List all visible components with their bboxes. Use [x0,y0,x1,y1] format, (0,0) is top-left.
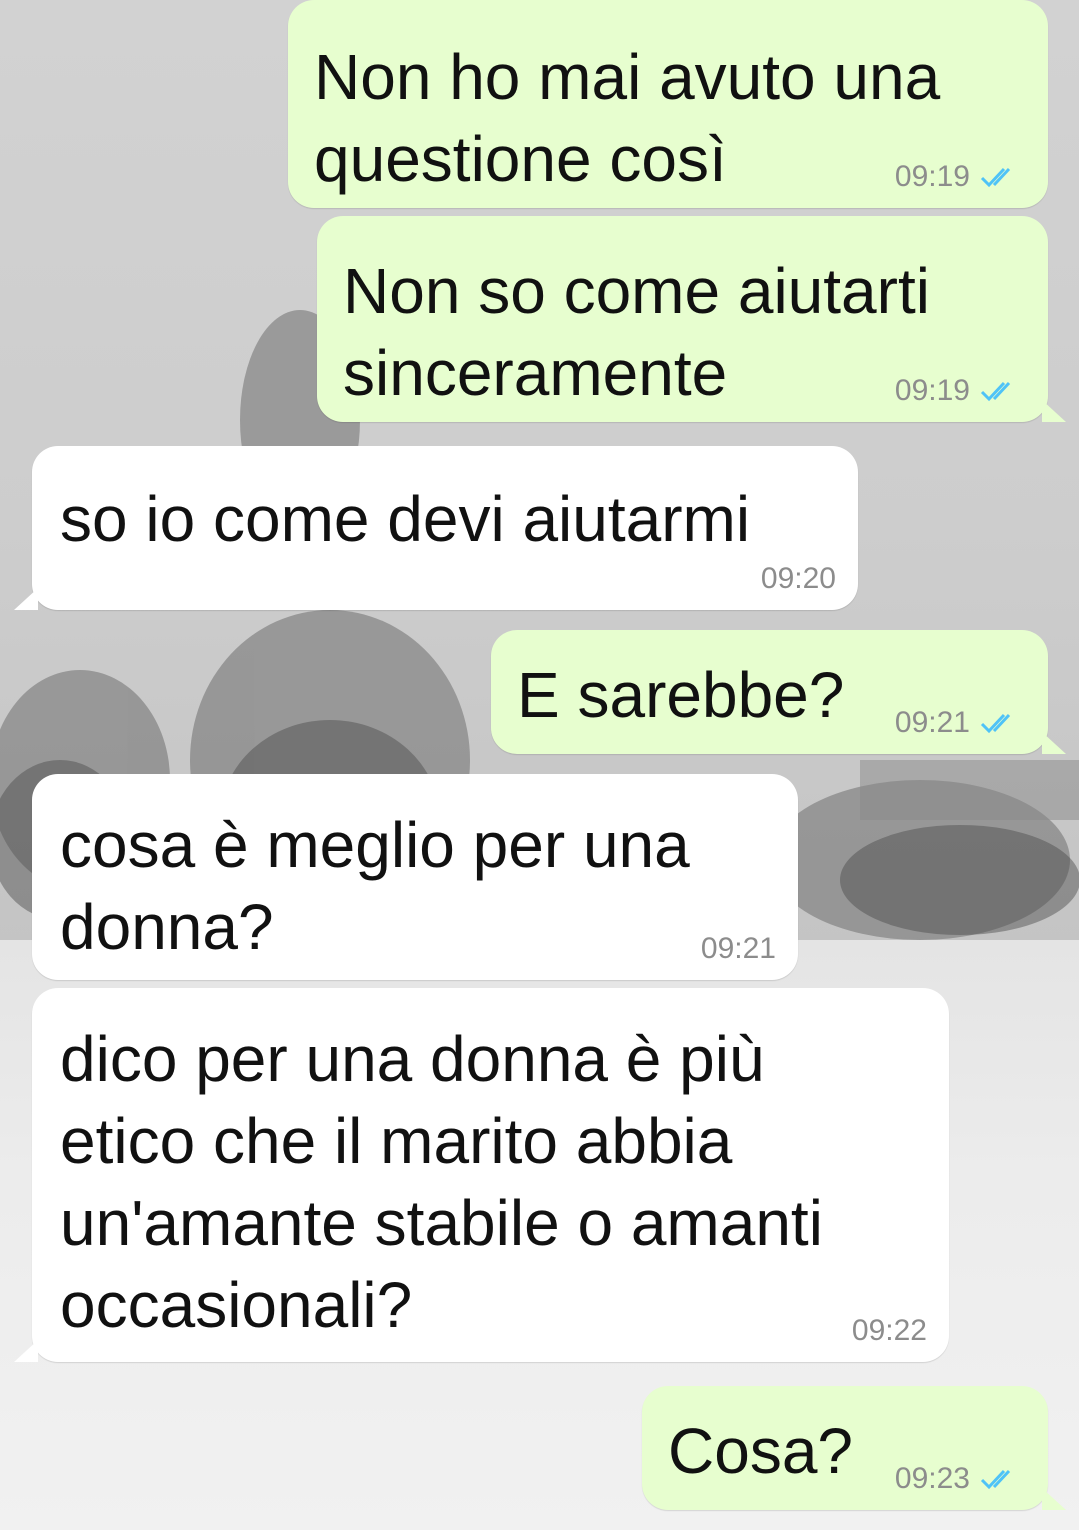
bubble-tail [14,1340,38,1362]
message-timestamp: 09:21 [894,706,970,739]
message-bubble-outgoing[interactable]: E sarebbe? 09:21 [491,630,1066,754]
message-meta: 09:22 [852,1314,927,1348]
message-bubble-incoming[interactable]: dico per una donna è più etico che il ma… [14,988,949,1362]
double-check-icon [980,1469,1011,1490]
message-meta: 09:19 [895,374,1026,408]
double-check-icon [980,381,1011,402]
message-timestamp: 09:21 [700,932,776,965]
message-bubble-incoming[interactable]: cosa è meglio per una donna? 09:21 [32,774,798,980]
double-check-icon [980,713,1011,734]
message-bubble-outgoing[interactable]: Cosa? 09:23 [642,1386,1066,1510]
double-check-icon [980,167,1011,188]
message-text: so io come devi aiutarmi [60,483,751,555]
message-meta: 09:21 [701,932,776,966]
message-bubble-outgoing[interactable]: Non so come aiutarti sinceramente 09:19 [317,216,1066,422]
message-timestamp: 09:20 [760,562,836,595]
message-timestamp: 09:23 [894,1462,970,1495]
message-bubble-incoming[interactable]: so io come devi aiutarmi 09:20 [14,446,858,610]
bubble-tail [14,588,38,610]
message-meta: 09:21 [895,706,1026,740]
message-text: dico per una donna è più etico che il ma… [60,1023,823,1341]
message-bubble-outgoing[interactable]: Non ho mai avuto una questione così 09:1… [288,0,1048,208]
message-timestamp: 09:19 [894,160,970,193]
message-timestamp: 09:19 [894,374,970,407]
bubble-tail [1042,400,1066,422]
message-text: cosa è meglio per una donna? [60,809,690,963]
message-meta: 09:20 [761,562,836,596]
message-meta: 09:19 [895,160,1026,194]
message-timestamp: 09:22 [851,1314,927,1347]
message-meta: 09:23 [895,1462,1026,1496]
bubble-tail [1042,1488,1066,1510]
bubble-tail [1042,732,1066,754]
